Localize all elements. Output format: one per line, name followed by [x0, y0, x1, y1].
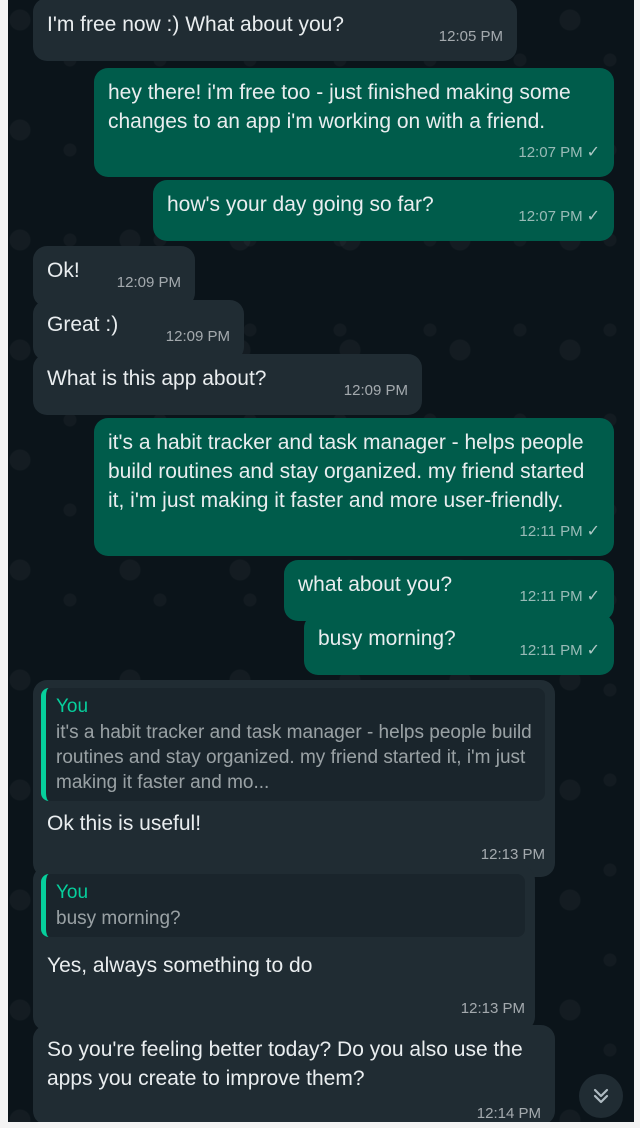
- message-time: 12:07 PM: [518, 208, 583, 225]
- screenshot-border-right: [634, 0, 640, 1128]
- message-time: 12:11 PM: [519, 642, 583, 659]
- message-text: So you're feeling better today? Do you a…: [47, 1038, 523, 1090]
- message-incoming[interactable]: What is this app about? 12:09 PM: [33, 354, 422, 415]
- message-time: 12:11 PM: [519, 588, 583, 605]
- message-text: Great :): [47, 313, 119, 336]
- message-time: 12:11 PM: [519, 523, 583, 540]
- message-incoming[interactable]: Ok! 12:09 PM: [33, 246, 195, 307]
- message-time: 12:09 PM: [343, 382, 408, 399]
- message-text: I'm free now :) What about you?: [47, 13, 344, 36]
- message-time: 12:05 PM: [438, 28, 503, 45]
- check-icon: ✓: [586, 208, 600, 225]
- message-text: Ok this is useful!: [47, 812, 202, 835]
- check-icon: ✓: [586, 144, 600, 161]
- screenshot-border-bottom: [0, 1122, 640, 1128]
- message-incoming[interactable]: I'm free now :) What about you? 12:05 PM: [33, 0, 517, 61]
- message-outgoing[interactable]: it's a habit tracker and task manager - …: [94, 418, 614, 556]
- message-incoming[interactable]: So you're feeling better today? Do you a…: [33, 1025, 555, 1125]
- message-incoming[interactable]: Great :) 12:09 PM: [33, 300, 244, 361]
- message-text: what about you?: [298, 573, 453, 596]
- message-incoming-reply[interactable]: You it's a habit tracker and task manage…: [33, 680, 555, 877]
- message-text: Yes, always something to do: [47, 954, 313, 977]
- message-text: busy morning?: [318, 627, 456, 650]
- message-meta: 12:11 PM ✓: [520, 636, 601, 665]
- screenshot-border-left: [0, 0, 8, 1128]
- message-outgoing[interactable]: busy morning? 12:11 PM ✓: [304, 614, 614, 675]
- message-outgoing[interactable]: what about you? 12:11 PM ✓: [284, 560, 614, 621]
- double-chevron-down-icon: [593, 1088, 609, 1104]
- quote-text: busy morning?: [56, 908, 181, 929]
- message-text: it's a habit tracker and task manager - …: [108, 431, 585, 512]
- message-outgoing[interactable]: hey there! i'm free too - just finished …: [94, 68, 614, 177]
- check-icon: ✓: [586, 588, 600, 605]
- message-time: 12:09 PM: [116, 274, 181, 291]
- message-meta: 12:11 PM ✓: [122, 517, 601, 546]
- message-time: 12:13 PM: [480, 846, 545, 863]
- check-icon: ✓: [586, 523, 600, 540]
- message-meta: 12:07 PM ✓: [122, 138, 600, 167]
- message-text: Ok!: [47, 259, 80, 282]
- message-incoming-reply[interactable]: You busy morning? Yes, always something …: [33, 866, 535, 1031]
- message-outgoing[interactable]: how's your day going so far? 12:07 PM ✓: [153, 180, 614, 241]
- check-icon: ✓: [586, 642, 600, 659]
- message-meta: 12:11 PM ✓: [520, 582, 601, 611]
- message-time: 12:09 PM: [165, 328, 230, 345]
- quote-author: You: [56, 696, 89, 717]
- quoted-message[interactable]: You busy morning?: [41, 874, 525, 937]
- quote-author: You: [56, 882, 89, 903]
- message-text: hey there! i'm free too - just finished …: [108, 81, 571, 133]
- message-text: how's your day going so far?: [167, 193, 434, 216]
- scroll-to-bottom-button[interactable]: [579, 1074, 623, 1118]
- message-text: What is this app about?: [47, 367, 267, 390]
- message-time: 12:07 PM: [518, 144, 583, 161]
- quoted-message[interactable]: You it's a habit tracker and task manage…: [41, 688, 545, 801]
- message-meta: 12:07 PM ✓: [518, 202, 600, 231]
- message-time: 12:13 PM: [460, 1000, 525, 1017]
- quote-text: it's a habit tracker and task manager - …: [56, 722, 532, 793]
